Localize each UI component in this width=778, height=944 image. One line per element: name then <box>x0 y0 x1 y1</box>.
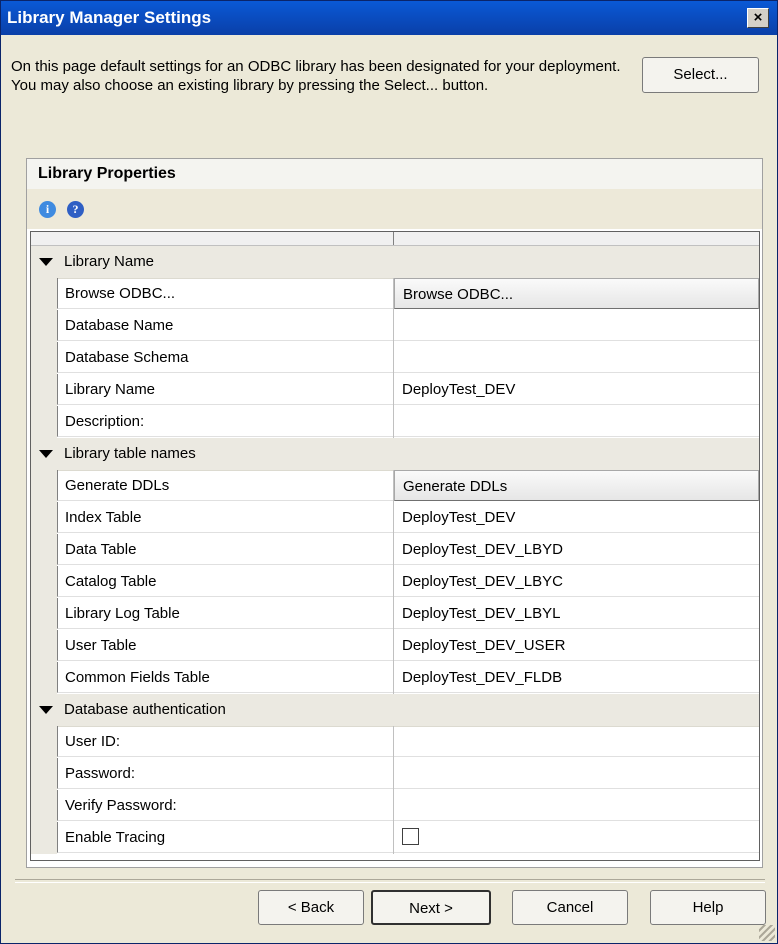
category-row[interactable]: Library table names <box>31 438 759 471</box>
property-name: User ID: <box>57 726 393 757</box>
property-value[interactable]: DeployTest_DEV <box>394 502 759 533</box>
window-title: Library Manager Settings <box>7 8 212 27</box>
category-row[interactable]: Library Name <box>31 246 759 279</box>
property-value-button[interactable]: Browse ODBC... <box>394 278 759 309</box>
property-row[interactable]: Description: <box>31 406 759 438</box>
property-name: Generate DDLs <box>57 470 393 501</box>
property-name: Catalog Table <box>57 566 393 597</box>
row-gutter <box>31 630 57 662</box>
row-gutter <box>31 726 57 758</box>
property-name: Index Table <box>57 502 393 533</box>
row-gutter <box>31 566 57 598</box>
next-button[interactable]: Next > <box>371 890 491 925</box>
property-value[interactable]: DeployTest_DEV_USER <box>394 630 759 661</box>
property-row[interactable]: Generate DDLs Generate DDLs <box>31 470 759 502</box>
property-name: Library Name <box>57 374 393 405</box>
property-row[interactable]: User ID: <box>31 726 759 758</box>
property-value[interactable] <box>394 790 759 821</box>
row-gutter <box>31 790 57 822</box>
property-row[interactable]: User Table DeployTest_DEV_USER <box>31 630 759 662</box>
cancel-button[interactable]: Cancel <box>512 890 628 925</box>
property-value[interactable]: DeployTest_DEV_FLDB <box>394 662 759 693</box>
property-value[interactable]: DeployTest_DEV_LBYD <box>394 534 759 565</box>
row-gutter <box>31 278 57 310</box>
property-row[interactable]: Password: <box>31 758 759 790</box>
property-row[interactable]: Database Name <box>31 310 759 342</box>
property-row[interactable]: Browse ODBC... Browse ODBC... <box>31 278 759 310</box>
category-label: Library Name <box>64 253 155 270</box>
property-value[interactable]: DeployTest_DEV_LBYL <box>394 598 759 629</box>
collapse-triangle-icon[interactable] <box>39 706 53 714</box>
info-icon[interactable]: i <box>39 201 56 218</box>
property-row[interactable]: Library Log Table DeployTest_DEV_LBYL <box>31 598 759 630</box>
row-gutter <box>31 502 57 534</box>
category-label: Database authentication <box>64 701 226 718</box>
back-button[interactable]: < Back <box>258 890 364 925</box>
collapse-triangle-icon[interactable] <box>39 258 53 266</box>
property-value[interactable] <box>394 310 759 341</box>
help-button[interactable]: Help <box>650 890 766 925</box>
property-name: Common Fields Table <box>57 662 393 693</box>
property-value-button[interactable]: Generate DDLs <box>394 470 759 501</box>
category-row[interactable]: Database authentication <box>31 694 759 727</box>
resize-grip[interactable] <box>759 925 775 941</box>
property-name: User Table <box>57 630 393 661</box>
property-value[interactable] <box>394 726 759 757</box>
property-grid: Library Name Browse ODBC... Browse ODBC...… <box>30 231 760 861</box>
select-button[interactable]: Select... <box>642 57 759 93</box>
property-row[interactable]: Verify Password: <box>31 790 759 822</box>
property-row[interactable]: Index Table DeployTest_DEV <box>31 502 759 534</box>
property-value[interactable] <box>394 342 759 373</box>
property-row[interactable]: Database Schema <box>31 342 759 374</box>
help-icon[interactable]: ? <box>67 201 84 218</box>
property-name: Enable Tracing <box>57 822 393 853</box>
property-name: Library Log Table <box>57 598 393 629</box>
title-bar[interactable]: Library Manager Settings × <box>1 1 777 35</box>
property-row[interactable]: Catalog Table DeployTest_DEV_LBYC <box>31 566 759 598</box>
property-row[interactable]: Enable Tracing <box>31 822 759 854</box>
panel-title: Library Properties <box>27 159 762 189</box>
property-value[interactable] <box>394 822 759 853</box>
property-name: Password: <box>57 758 393 789</box>
grid-column-header <box>31 232 759 246</box>
panel-toolbar: i ? <box>27 189 762 229</box>
row-gutter <box>31 822 57 854</box>
property-name: Description: <box>57 406 393 437</box>
property-value[interactable] <box>394 406 759 437</box>
property-value[interactable]: DeployTest_DEV <box>394 374 759 405</box>
property-row[interactable]: Common Fields Table DeployTest_DEV_FLDB <box>31 662 759 694</box>
property-name: Verify Password: <box>57 790 393 821</box>
close-button[interactable]: × <box>747 8 769 28</box>
library-manager-settings-dialog: Library Manager Settings × On this page … <box>0 0 778 944</box>
category-label: Library table names <box>64 445 196 462</box>
property-row[interactable]: Data Table DeployTest_DEV_LBYD <box>31 534 759 566</box>
row-gutter <box>31 406 57 438</box>
property-value[interactable] <box>394 758 759 789</box>
row-gutter <box>31 534 57 566</box>
row-gutter <box>31 662 57 694</box>
row-gutter <box>31 470 57 502</box>
row-gutter <box>31 342 57 374</box>
property-name: Database Schema <box>57 342 393 373</box>
property-name: Browse ODBC... <box>57 278 393 309</box>
property-name: Database Name <box>57 310 393 341</box>
row-gutter <box>31 310 57 342</box>
collapse-triangle-icon[interactable] <box>39 450 53 458</box>
row-gutter <box>31 758 57 790</box>
property-value[interactable]: DeployTest_DEV_LBYC <box>394 566 759 597</box>
row-gutter <box>31 598 57 630</box>
property-row[interactable]: Library Name DeployTest_DEV <box>31 374 759 406</box>
property-name: Data Table <box>57 534 393 565</box>
library-properties-panel: Library Properties i ? Library Name Brows… <box>26 158 763 868</box>
enable-tracing-checkbox[interactable] <box>402 828 419 845</box>
footer-divider <box>15 879 765 883</box>
intro-text: On this page default settings for an ODB… <box>11 58 621 94</box>
row-gutter <box>31 374 57 406</box>
